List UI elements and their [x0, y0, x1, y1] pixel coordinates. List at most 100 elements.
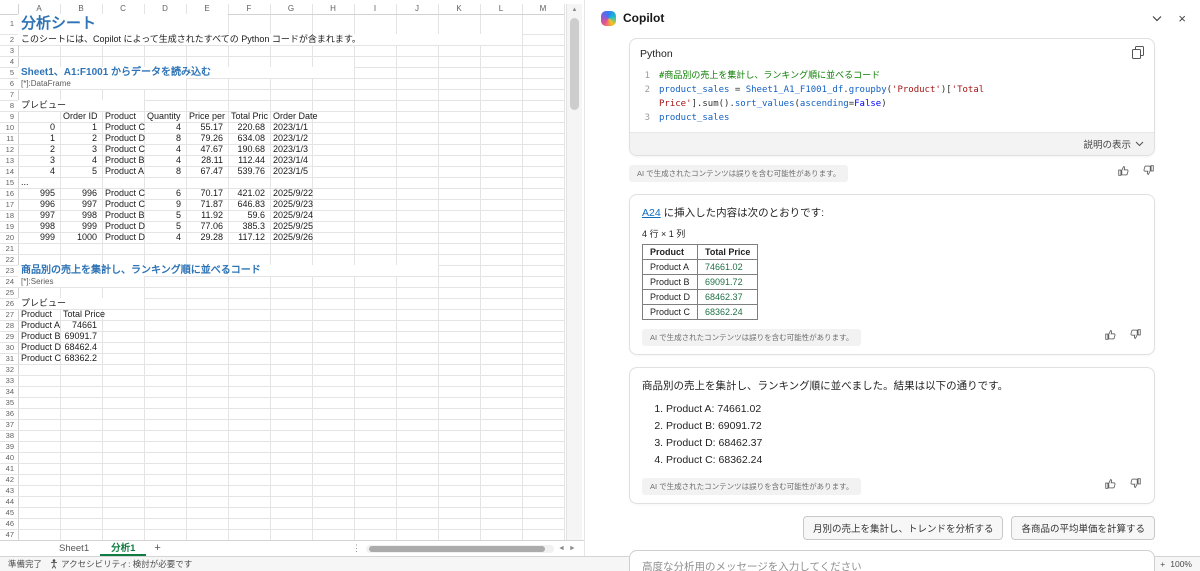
- row-header-37[interactable]: 37: [0, 419, 18, 430]
- sheet-cell[interactable]: Total Price: [60, 309, 105, 320]
- sheet-tab-分析1[interactable]: 分析1: [100, 541, 147, 556]
- row-header-34[interactable]: 34: [0, 386, 18, 397]
- scroll-left-right-icons[interactable]: ◄►: [558, 545, 580, 552]
- sheet-cell[interactable]: Product C: [18, 353, 61, 364]
- sheet-cell[interactable]: 2023/1/1: [270, 122, 312, 133]
- sheet-cell[interactable]: 68362.2: [60, 353, 102, 364]
- column-header-I[interactable]: I: [354, 4, 396, 14]
- sheet-cell[interactable]: 5: [144, 210, 186, 221]
- row-header-19[interactable]: 19: [0, 221, 18, 232]
- row-header-32[interactable]: 32: [0, 364, 18, 375]
- row-header-8[interactable]: 8: [0, 100, 18, 111]
- sheet-cell[interactable]: 28.11: [186, 155, 228, 166]
- sheet-cell[interactable]: 4: [144, 232, 186, 243]
- thumbs-up-icon[interactable]: [1104, 328, 1117, 346]
- sheet-cell[interactable]: Product C: [102, 199, 145, 210]
- add-sheet-button[interactable]: +: [146, 541, 168, 556]
- chevron-down-icon[interactable]: [1152, 9, 1162, 27]
- sheet-cell[interactable]: Quantity: [144, 111, 186, 122]
- sheet-cell[interactable]: 77.06: [186, 221, 228, 232]
- sheet-cell[interactable]: 1: [18, 133, 60, 144]
- sheet-cell[interactable]: Product B: [18, 331, 61, 342]
- row-header-14[interactable]: 14: [0, 166, 18, 177]
- sheet-cell[interactable]: 5: [60, 166, 102, 177]
- sheet-cell[interactable]: 2: [18, 144, 60, 155]
- sheet-cell[interactable]: Order ID: [60, 111, 102, 122]
- column-header-L[interactable]: L: [480, 4, 522, 14]
- row-header-16[interactable]: 16: [0, 188, 18, 199]
- sheet-cell[interactable]: [*]:Series: [18, 276, 144, 287]
- sheet-cell[interactable]: 0: [18, 122, 60, 133]
- sheet-cell[interactable]: Product B: [102, 210, 145, 221]
- row-header-3[interactable]: 3: [0, 45, 18, 56]
- vertical-scrollbar[interactable]: ▲: [566, 4, 582, 540]
- row-header-1[interactable]: 1: [0, 14, 18, 34]
- close-icon[interactable]: ×: [1178, 12, 1186, 25]
- sheet-cell[interactable]: Order Date: [270, 111, 318, 122]
- suggestion-chip[interactable]: 各商品の平均単価を計算する: [1011, 516, 1155, 540]
- sheet-cell[interactable]: Product: [102, 111, 144, 122]
- sheet-cell[interactable]: Total Pric: [228, 111, 270, 122]
- row-header-25[interactable]: 25: [0, 287, 18, 298]
- accessibility-status[interactable]: アクセシビリティ: 検討が必要です: [50, 558, 192, 570]
- sheet-tab-Sheet1[interactable]: Sheet1: [48, 541, 100, 556]
- sheet-cell[interactable]: Product B: [102, 155, 145, 166]
- row-header-45[interactable]: 45: [0, 507, 18, 518]
- row-header-21[interactable]: 21: [0, 243, 18, 254]
- sheet-cell[interactable]: 996: [18, 199, 60, 210]
- row-header-43[interactable]: 43: [0, 485, 18, 496]
- sheet-cell[interactable]: Sheet1、A1:F1001 からデータを読み込む: [18, 67, 354, 78]
- thumbs-down-icon[interactable]: [1129, 477, 1142, 495]
- zoom-level[interactable]: 100%: [1170, 559, 1192, 569]
- sheet-cell[interactable]: 55.17: [186, 122, 228, 133]
- sheet-cell[interactable]: Product D: [18, 342, 61, 353]
- sheet-cell[interactable]: 74661: [60, 320, 102, 331]
- sheet-cell[interactable]: プレビュー: [18, 100, 144, 111]
- sheet-cell[interactable]: 8: [144, 133, 186, 144]
- row-header-13[interactable]: 13: [0, 155, 18, 166]
- sheet-cell[interactable]: このシートには、Copilot によって生成されたすべての Python コード…: [18, 34, 522, 45]
- row-header-12[interactable]: 12: [0, 144, 18, 155]
- sheet-cell[interactable]: 68462.4: [60, 342, 102, 353]
- scroll-up-icon[interactable]: ▲: [567, 4, 582, 16]
- sheet-cell[interactable]: Product C: [102, 188, 145, 199]
- row-header-26[interactable]: 26: [0, 298, 18, 309]
- row-header-2[interactable]: 2: [0, 34, 18, 45]
- sheet-cell[interactable]: 4: [144, 122, 186, 133]
- sheet-cell[interactable]: [*]:DataFrame: [18, 78, 186, 89]
- sheet-cell[interactable]: 8: [144, 166, 186, 177]
- column-header-C[interactable]: C: [102, 4, 144, 14]
- row-header-40[interactable]: 40: [0, 452, 18, 463]
- sheet-cell[interactable]: Product A: [102, 166, 144, 177]
- column-header-J[interactable]: J: [396, 4, 438, 14]
- sheet-cell[interactable]: 1000: [60, 232, 102, 243]
- sheet-cell[interactable]: 70.17: [186, 188, 228, 199]
- sheet-cell[interactable]: 999: [18, 232, 60, 243]
- row-header-9[interactable]: 9: [0, 111, 18, 122]
- message-input[interactable]: [636, 555, 1148, 571]
- row-header-46[interactable]: 46: [0, 518, 18, 529]
- thumbs-down-icon[interactable]: [1129, 328, 1142, 346]
- thumbs-up-icon[interactable]: [1104, 477, 1117, 495]
- sheet-cell[interactable]: 2023/1/3: [270, 144, 312, 155]
- column-header-B[interactable]: B: [60, 4, 102, 14]
- sheet-cell[interactable]: 997: [60, 199, 102, 210]
- sheet-cell[interactable]: 4: [144, 144, 186, 155]
- sheet-cell[interactable]: 2023/1/2: [270, 133, 312, 144]
- sheet-cell[interactable]: 47.67: [186, 144, 228, 155]
- sheet-cell[interactable]: 996: [60, 188, 102, 199]
- sheet-cell[interactable]: 3: [60, 144, 102, 155]
- row-header-39[interactable]: 39: [0, 441, 18, 452]
- row-header-36[interactable]: 36: [0, 408, 18, 419]
- thumbs-up-icon[interactable]: [1117, 164, 1130, 182]
- sheet-grid[interactable]: A B C D E F G H I J K L M 1 2 3 4 5 6 7 8 9 10 11 12 13 14 15 16 17 18…: [0, 4, 565, 541]
- sheet-cell[interactable]: Product: [18, 309, 60, 320]
- sheet-cell[interactable]: 67.47: [186, 166, 228, 177]
- row-header-30[interactable]: 30: [0, 342, 18, 353]
- horizontal-scrollbar-thumb[interactable]: [369, 546, 545, 552]
- sheet-cell[interactable]: 1: [60, 122, 102, 133]
- sheet-cell[interactable]: 4: [60, 155, 102, 166]
- row-header-24[interactable]: 24: [0, 276, 18, 287]
- row-header-4[interactable]: 4: [0, 56, 18, 67]
- sheet-cell[interactable]: Product C: [102, 144, 145, 155]
